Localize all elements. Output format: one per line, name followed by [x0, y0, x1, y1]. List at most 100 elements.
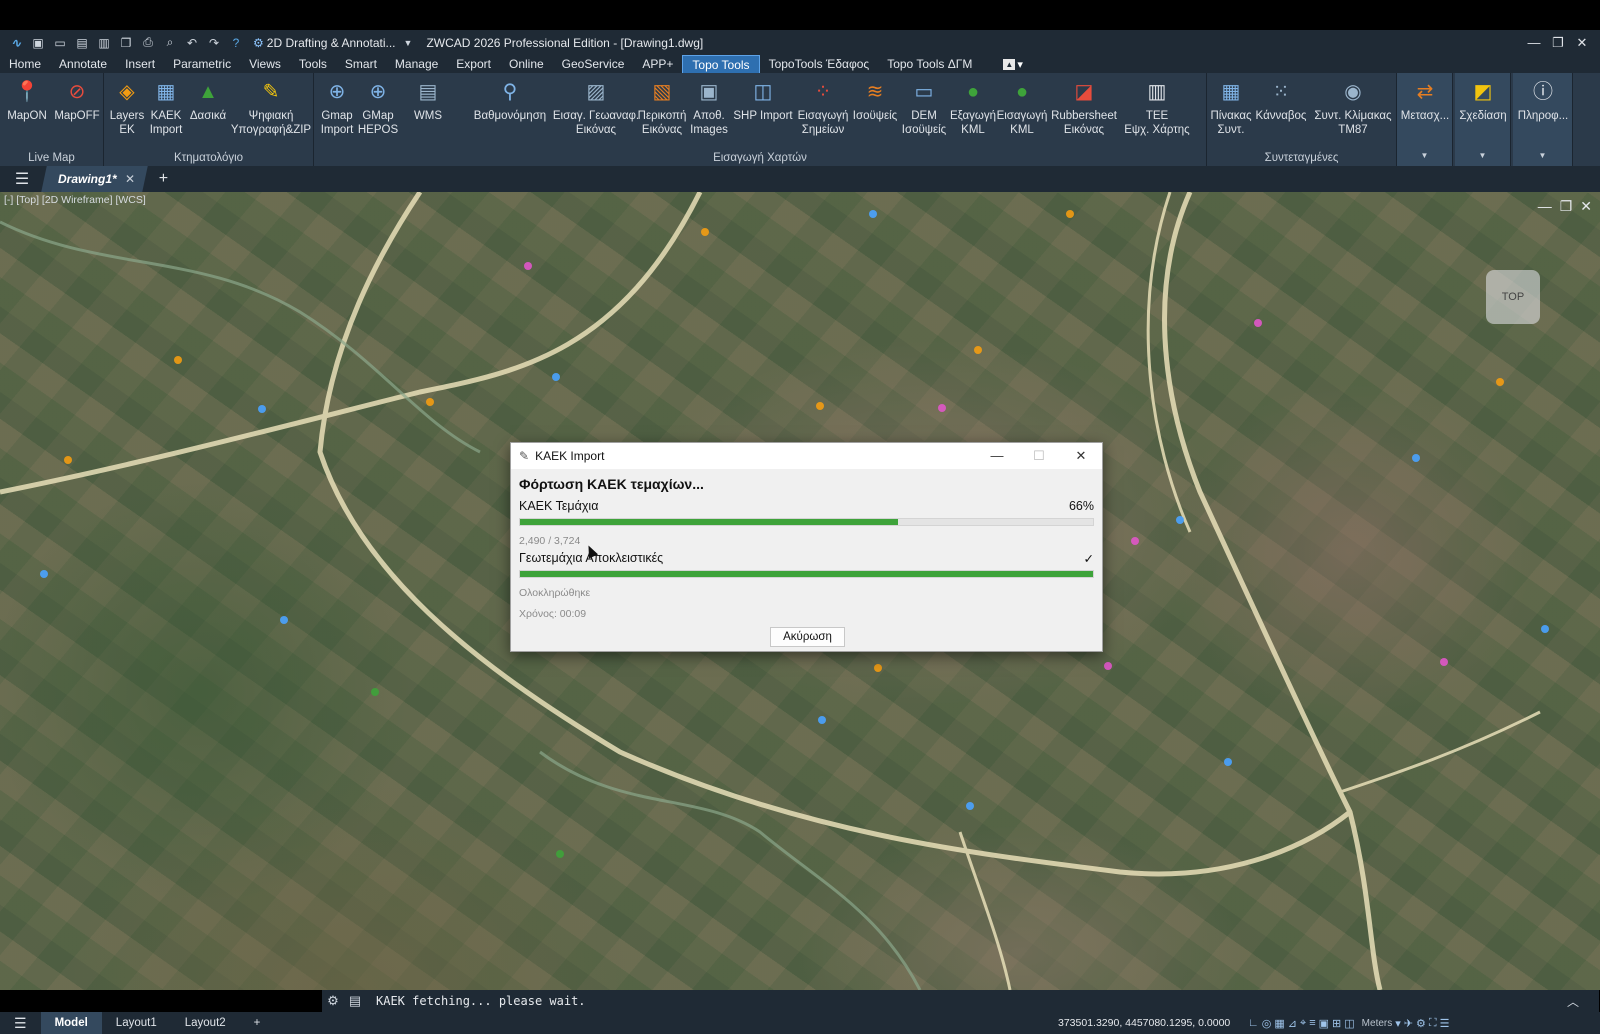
- new-tab-button[interactable]: +: [159, 170, 168, 188]
- gear-icon[interactable]: ⚙: [322, 993, 344, 1009]
- forest-button[interactable]: ▲ Δασικά: [188, 77, 228, 123]
- chevron-down-icon[interactable]: ▼: [1455, 151, 1510, 160]
- polar-icon[interactable]: ◎: [1262, 1017, 1272, 1030]
- chevron-down-icon[interactable]: ▾: [1395, 1017, 1401, 1030]
- import-kml-button[interactable]: ● Εισαγωγή KML: [996, 77, 1048, 137]
- georef-image-button[interactable]: ▨ Εισαγ. Γεωαναφ. Εικόνας: [553, 77, 639, 137]
- osnap-icon[interactable]: ⌖: [1300, 1017, 1306, 1030]
- shp-import-button[interactable]: ◫ SHP Import: [732, 77, 794, 123]
- mapon-button[interactable]: 📍 MapON: [4, 77, 50, 123]
- snap-icon[interactable]: ∟: [1248, 1017, 1259, 1029]
- viewport-close-icon[interactable]: ✕: [1580, 198, 1592, 215]
- maximize-button[interactable]: ❐: [1546, 35, 1570, 51]
- tab-layout1[interactable]: Layout1: [102, 1012, 171, 1034]
- menu-tools[interactable]: Tools: [290, 55, 336, 73]
- menu-geoservice[interactable]: GeoService: [553, 55, 634, 73]
- new-file-icon[interactable]: ▣: [30, 35, 46, 51]
- signature-zip-button[interactable]: ✎ Ψηφιακή Υπογραφή&ZIP: [230, 77, 312, 137]
- customize-icon[interactable]: ☰: [1440, 1017, 1450, 1030]
- transform-button[interactable]: ⇄ Μετασχ...: [1399, 77, 1451, 123]
- command-history-icon[interactable]: ▤: [344, 993, 366, 1009]
- print-icon[interactable]: ⎙: [140, 35, 156, 51]
- viewport-label[interactable]: [-] [Top] [2D Wireframe] [WCS]: [4, 194, 146, 206]
- help-icon[interactable]: ?: [228, 35, 244, 51]
- gmap-hepos-button[interactable]: ⊕ GMap HEPOS: [358, 77, 398, 137]
- annotation-icon[interactable]: ✈: [1404, 1017, 1413, 1030]
- menu-topo-tools[interactable]: Topo Tools: [682, 55, 760, 73]
- ribbon-toggle-button[interactable]: ▲ ▾: [1003, 58, 1023, 71]
- ortho-icon[interactable]: ⊿: [1288, 1017, 1297, 1030]
- command-line[interactable]: ⚙ ▤ KAEK fetching... please wait. ︿: [322, 990, 1599, 1012]
- grid-button[interactable]: ⁙ Κάνναβος: [1255, 77, 1307, 123]
- info-button[interactable]: ⓘ Πληροφ...: [1515, 77, 1571, 123]
- contours-button[interactable]: ≋ Ισοϋψείς: [852, 77, 898, 123]
- tab-layout2[interactable]: Layout2: [171, 1012, 240, 1034]
- workspace-selector[interactable]: ⚙ 2D Drafting & Annotati... ▼: [253, 36, 412, 50]
- kaek-import-button[interactable]: ▦ KAEK Import: [146, 77, 186, 137]
- close-tab-icon[interactable]: ✕: [125, 172, 135, 186]
- menu-manage[interactable]: Manage: [386, 55, 447, 73]
- copy-icon[interactable]: ❐: [118, 35, 134, 51]
- menu-icon[interactable]: ☰: [0, 1012, 41, 1034]
- menu-smart[interactable]: Smart: [336, 55, 386, 73]
- fullscreen-icon[interactable]: ⛶: [1429, 1017, 1437, 1030]
- menu-parametric[interactable]: Parametric: [164, 55, 240, 73]
- export-kml-button[interactable]: ● Εξαγωγή KML: [950, 77, 996, 137]
- selection-icon[interactable]: ⊞: [1332, 1017, 1341, 1030]
- dialog-titlebar[interactable]: ✎ KAEK Import — ☐ ✕: [511, 443, 1102, 469]
- workspace-gear-icon[interactable]: ⚙: [1416, 1017, 1426, 1030]
- viewcube[interactable]: TOP: [1486, 270, 1540, 324]
- dialog-close-button[interactable]: ✕: [1060, 443, 1102, 469]
- save-as-icon[interactable]: ▥: [96, 35, 112, 51]
- layers-ek-button[interactable]: ◈ Layers ΕΚ: [108, 77, 146, 137]
- units-icon[interactable]: ◫: [1344, 1017, 1354, 1030]
- lineweight-icon[interactable]: ≡: [1309, 1017, 1315, 1029]
- menu-app-plus[interactable]: APP+: [633, 55, 682, 73]
- undo-icon[interactable]: ↶: [184, 35, 200, 51]
- cancel-button[interactable]: Ακύρωση: [770, 627, 845, 647]
- minimize-button[interactable]: —: [1522, 35, 1546, 50]
- wms-button[interactable]: ▤ WMS: [408, 77, 448, 123]
- menu-icon[interactable]: ☰: [0, 169, 44, 189]
- menu-export[interactable]: Export: [447, 55, 500, 73]
- menu-insert[interactable]: Insert: [116, 55, 164, 73]
- chevron-down-icon[interactable]: ▼: [1513, 151, 1572, 160]
- mapoff-button[interactable]: ⊘ MapOFF: [52, 77, 102, 123]
- draw-button[interactable]: ◩ Σχεδίαση: [1457, 77, 1509, 123]
- open-folder-icon[interactable]: ▭: [52, 35, 68, 51]
- menu-annotate[interactable]: Annotate: [50, 55, 116, 73]
- tab-drawing1[interactable]: Drawing1* ✕: [41, 166, 148, 192]
- calibrate-button[interactable]: ⚲ Βαθμονόμηση: [472, 77, 548, 123]
- menu-views[interactable]: Views: [240, 55, 290, 73]
- map-off-icon: ⊘: [68, 81, 86, 103]
- dem-contours-button[interactable]: ▭ DEM Ισοϋψείς: [900, 77, 948, 137]
- units-label[interactable]: Meters: [1362, 1018, 1393, 1029]
- import-kml-label: Εισαγωγή: [996, 110, 1048, 122]
- close-button[interactable]: ✕: [1570, 35, 1594, 51]
- preview-icon[interactable]: ⌕: [162, 35, 178, 51]
- import-points-button[interactable]: ⁘ Εισαγωγή Σημείων: [796, 77, 850, 137]
- tab-model[interactable]: Model: [40, 1012, 102, 1034]
- gmap-import-button[interactable]: ⊕ Gmap Import: [318, 77, 356, 137]
- grid-display-icon[interactable]: ▦: [1274, 1017, 1284, 1030]
- transparency-icon[interactable]: ▣: [1319, 1017, 1329, 1030]
- tee-map-button[interactable]: ▥ TEE Εψχ. Χάρτης: [1122, 77, 1192, 137]
- viewport-restore-icon[interactable]: ❐: [1560, 198, 1573, 215]
- redo-icon[interactable]: ↷: [206, 35, 222, 51]
- menu-topotools-edafos[interactable]: TopoTools Έδαφος: [760, 55, 879, 73]
- menu-online[interactable]: Online: [500, 55, 553, 73]
- rubbersheet-button[interactable]: ◪ Rubbersheet Εικόνας: [1048, 77, 1120, 137]
- menu-topo-tools-dgm[interactable]: Topo Tools ΔΓΜ: [878, 55, 981, 73]
- chevron-down-icon[interactable]: ▼: [1397, 151, 1452, 160]
- coords-table-button[interactable]: ▦ Πίνακας Συντ.: [1209, 77, 1253, 137]
- menu-home[interactable]: Home: [0, 55, 50, 73]
- viewport-minimize-icon[interactable]: —: [1538, 198, 1552, 215]
- chevron-up-icon[interactable]: ︿: [1567, 993, 1579, 1010]
- crop-image-button[interactable]: ▧ Περικοπή Εικόνας: [638, 77, 687, 137]
- save-images-button[interactable]: ▣ Αποθ. Images: [688, 77, 730, 137]
- scale-coords-button[interactable]: ◉ Συντ. Κλίμακας TM87: [1311, 77, 1395, 137]
- add-layout-button[interactable]: +: [240, 1012, 275, 1034]
- save-icon[interactable]: ▤: [74, 35, 90, 51]
- layers-icon: ◈: [119, 81, 135, 103]
- dialog-minimize-button[interactable]: —: [976, 443, 1018, 469]
